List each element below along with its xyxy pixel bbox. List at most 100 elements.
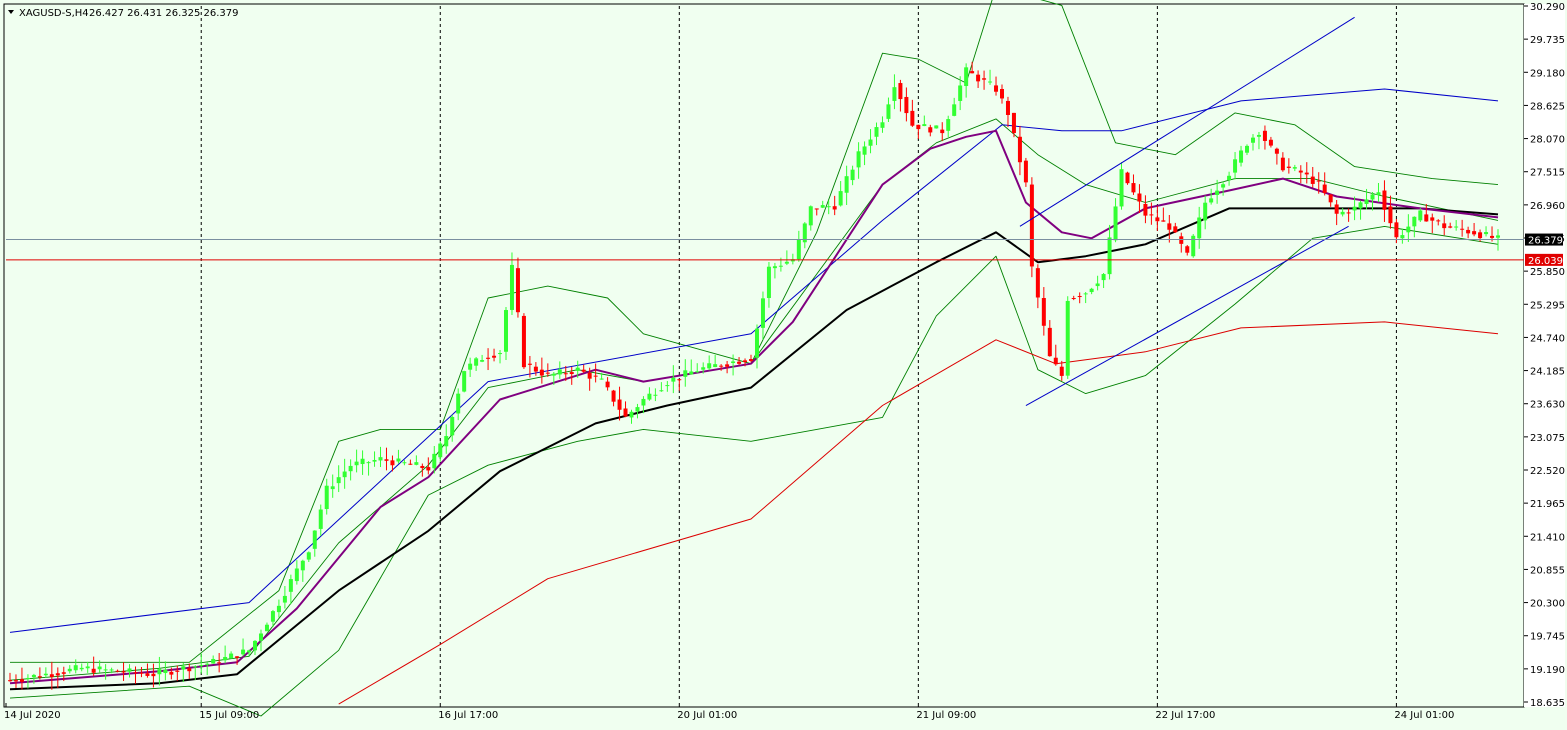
bear-candle <box>832 206 837 210</box>
bull-candle <box>713 364 718 368</box>
bear-candle <box>1173 226 1178 233</box>
bull-candle <box>689 371 694 375</box>
bull-candle <box>223 656 228 661</box>
bear-candle <box>133 672 138 674</box>
bull-candle <box>1101 274 1106 281</box>
x-axis-tick-label: 14 Jul 2020 <box>4 710 61 721</box>
bull-candle <box>850 169 855 181</box>
bear-candle <box>1149 214 1154 216</box>
bull-candle <box>1370 194 1375 200</box>
bear-candle <box>1077 296 1082 298</box>
bull-candle <box>462 371 467 392</box>
bear-candle <box>1047 327 1052 357</box>
bear-candle <box>737 361 742 364</box>
bull-candle <box>1239 150 1244 163</box>
bull-candle <box>1352 206 1357 211</box>
bull-candle <box>1484 232 1489 235</box>
bull-candle <box>892 87 897 101</box>
bear-candle <box>175 670 180 672</box>
bear-candle <box>533 366 538 372</box>
bear-candle <box>1185 246 1190 253</box>
chart-window[interactable]: 30.290 29.735 29.180 28.625 28.070 27.515 26.9… <box>0 0 1567 730</box>
bear-candle <box>91 668 96 673</box>
bull-candle <box>880 122 885 128</box>
bull-candle <box>1113 206 1118 241</box>
ohlc-label: 26.427 26.431 26.325 26.379 <box>89 8 239 19</box>
bear-candle <box>1394 222 1399 238</box>
bull-candle <box>468 363 473 370</box>
bull-candle <box>372 459 377 462</box>
bear-candle <box>1274 148 1279 154</box>
bull-candle <box>109 669 114 671</box>
x-axis-tick-label: 24 Jul 01:00 <box>1394 710 1454 721</box>
bear-candle <box>1304 172 1309 175</box>
bull-candle <box>342 471 347 478</box>
bull-candle <box>205 663 210 665</box>
bull-candle <box>258 633 263 641</box>
bear-candle <box>121 671 126 673</box>
bear-candle <box>970 71 975 74</box>
y-axis-tick-label: 29.180 <box>1530 68 1565 79</box>
bull-candle <box>270 611 275 622</box>
y-axis-tick-label: 25.295 <box>1530 300 1565 311</box>
bear-candle <box>217 662 222 664</box>
bear-candle <box>1005 100 1010 115</box>
bull-candle <box>456 393 461 414</box>
bull-candle <box>575 367 580 371</box>
bull-candle <box>952 104 957 116</box>
bull-candle <box>318 509 323 529</box>
bull-candle <box>414 462 419 465</box>
bull-candle <box>707 363 712 369</box>
bull-candle <box>450 416 455 436</box>
price-chart[interactable]: 30.290 29.735 29.180 28.625 28.070 27.515 26.9… <box>0 0 1567 730</box>
bull-candle <box>324 485 329 510</box>
bull-candle <box>934 125 939 129</box>
bear-candle <box>55 673 60 676</box>
bull-candle <box>551 373 556 376</box>
bear-candle <box>1460 228 1465 230</box>
bull-candle <box>432 453 437 469</box>
bull-candle <box>444 436 449 447</box>
bull-candle <box>1400 235 1405 239</box>
bull-candle <box>1191 235 1196 257</box>
bear-candle <box>1442 223 1447 229</box>
bull-candle <box>683 370 688 377</box>
bull-candle <box>330 486 335 490</box>
bear-candle <box>1448 226 1453 228</box>
bear-candle <box>725 364 730 367</box>
bull-candle <box>796 239 801 260</box>
bull-candle <box>1215 190 1220 196</box>
y-axis-tick-label: 27.515 <box>1530 168 1565 179</box>
bear-candle <box>1167 223 1172 230</box>
bull-candle <box>306 552 311 560</box>
bear-candle <box>1029 184 1034 267</box>
bear-candle <box>539 369 544 376</box>
symbol-label: XAGUSD-S,H4 <box>19 8 89 19</box>
bull-candle <box>653 394 658 396</box>
bear-candle <box>19 679 24 682</box>
bull-candle <box>844 176 849 193</box>
bull-candle <box>1250 137 1255 143</box>
bear-candle <box>169 671 174 675</box>
bear-candle <box>1298 170 1303 173</box>
bull-candle <box>820 205 825 208</box>
y-axis-tick-label: 26.960 <box>1530 201 1565 212</box>
bear-candle <box>515 268 520 313</box>
bear-candle <box>563 373 568 375</box>
bear-candle <box>1131 183 1136 193</box>
bull-candle <box>360 458 365 465</box>
bear-candle <box>527 363 532 365</box>
x-axis-tick-label: 22 Jul 17:00 <box>1155 710 1215 721</box>
bull-candle <box>157 669 162 675</box>
bear-candle <box>1071 298 1076 300</box>
bear-candle <box>1286 166 1291 168</box>
bear-candle <box>1262 130 1267 141</box>
bull-candle <box>635 407 640 412</box>
bull-candle <box>1364 199 1369 204</box>
bull-candle <box>1227 175 1232 181</box>
bear-candle <box>426 467 431 471</box>
bull-candle <box>348 465 353 472</box>
bull-candle <box>1065 300 1070 376</box>
bear-candle <box>587 372 592 379</box>
bear-candle <box>1053 357 1058 365</box>
